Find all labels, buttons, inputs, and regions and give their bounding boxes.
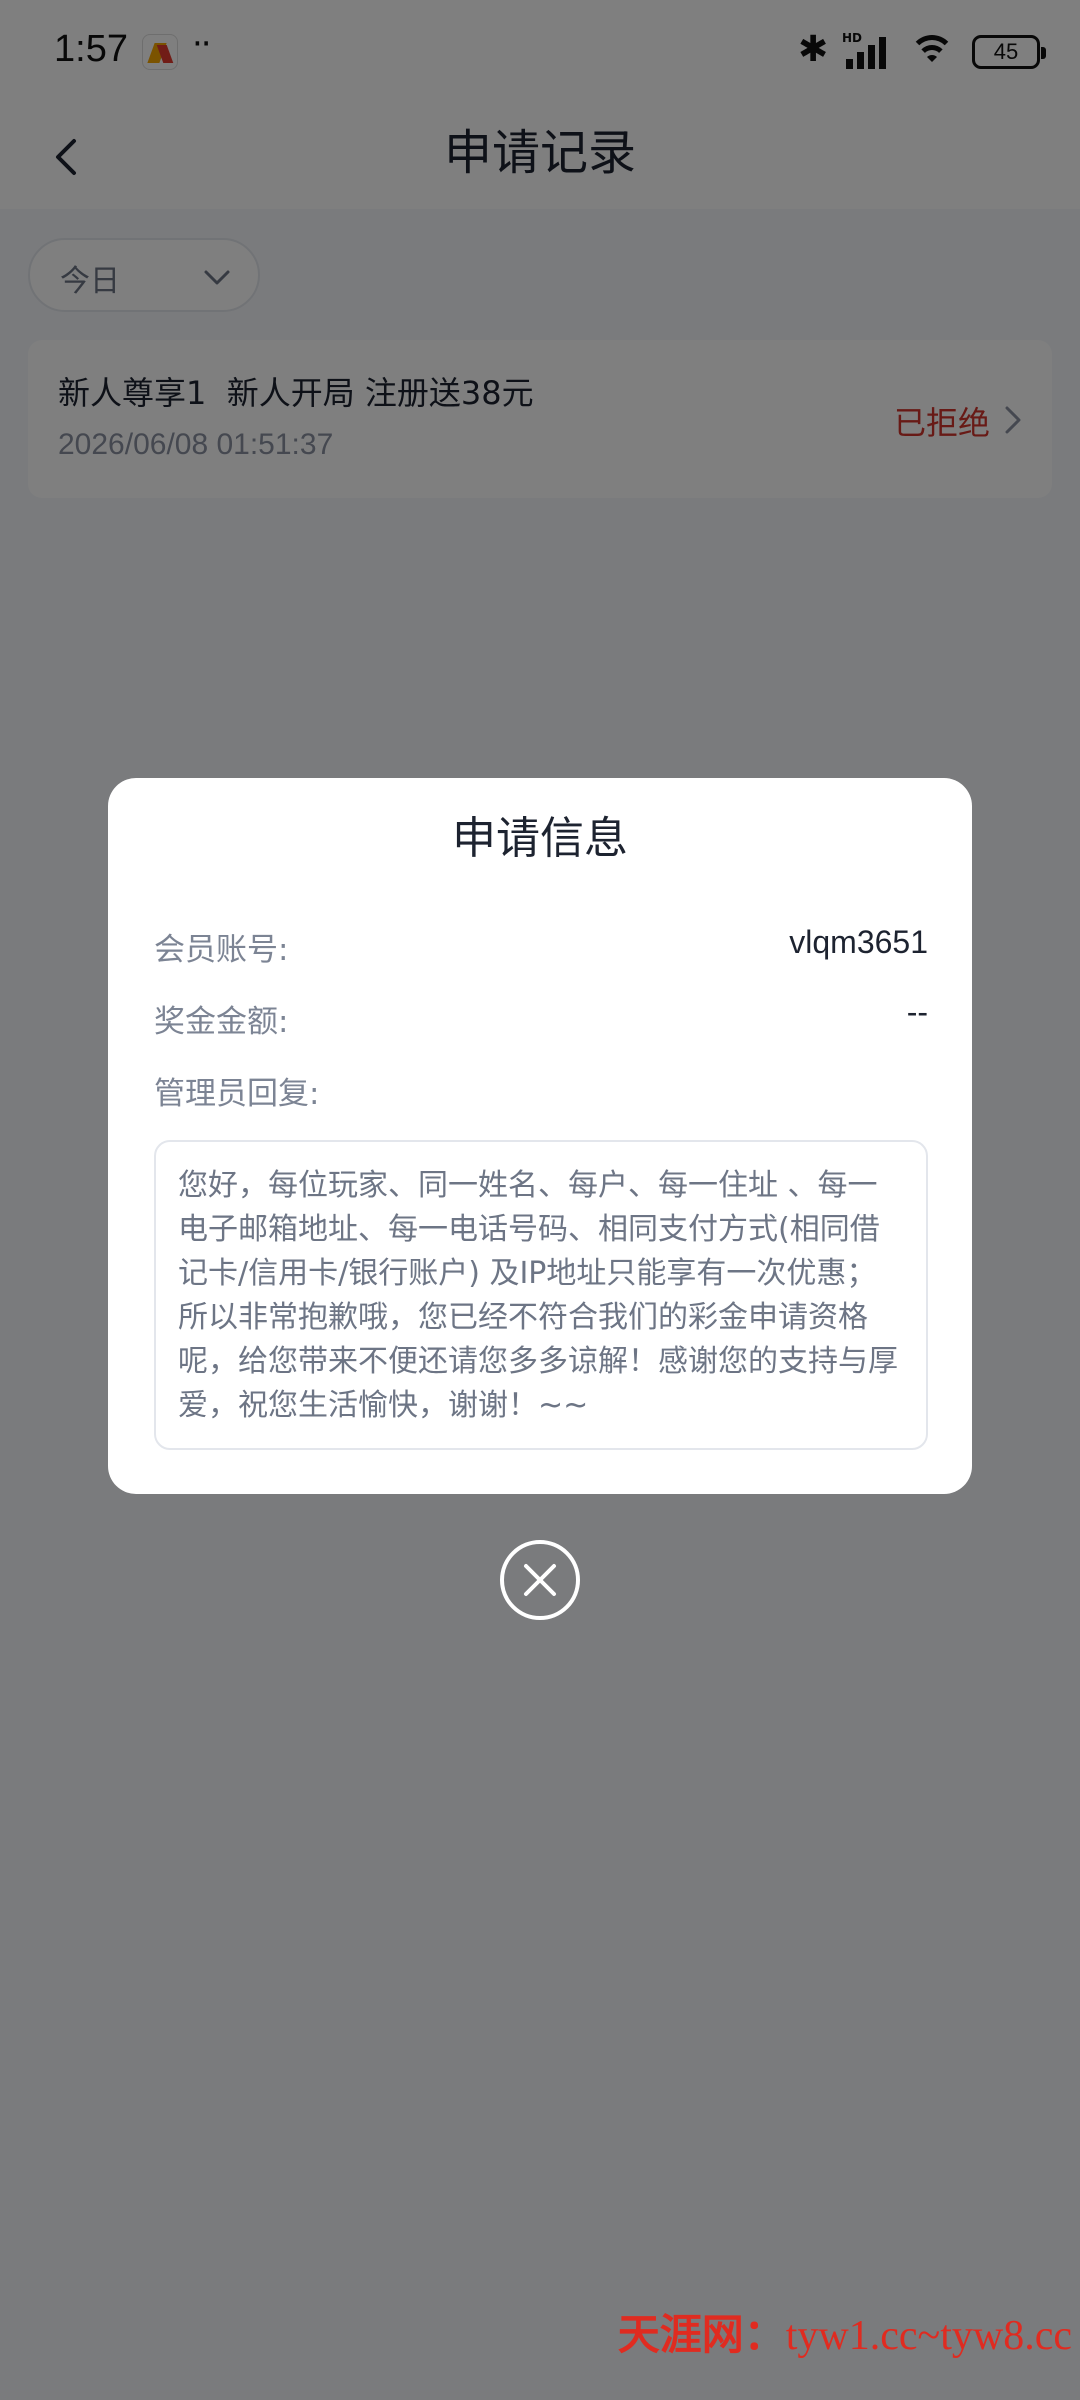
watermark-brand: 天涯网： <box>617 2310 786 2359</box>
bonus-amount-value: -- <box>906 994 928 1030</box>
watermark-text: 天涯网：tyw1.cc~tyw8.cc <box>618 2301 1072 2362</box>
watermark-urls: tyw1.cc~tyw8.cc <box>785 2313 1072 2359</box>
application-info-dialog: 申请信息 会员账号: vlqm3651 奖金金额: -- 管理员回复: 您好，每… <box>108 778 972 1494</box>
admin-reply-label: 管理员回复: <box>154 1076 320 1112</box>
member-account-label: 会员账号: <box>154 932 289 968</box>
bonus-amount-label: 奖金金额: <box>154 1004 289 1040</box>
member-account-value: vlqm3651 <box>789 924 928 960</box>
dialog-title: 申请信息 <box>452 813 628 864</box>
close-circle-icon[interactable] <box>498 1538 582 1622</box>
admin-reply-text: 您好，每位玩家、同一姓名、每户、每一住址 、每一电子邮箱地址、每一电话号码、相同… <box>154 1140 928 1450</box>
